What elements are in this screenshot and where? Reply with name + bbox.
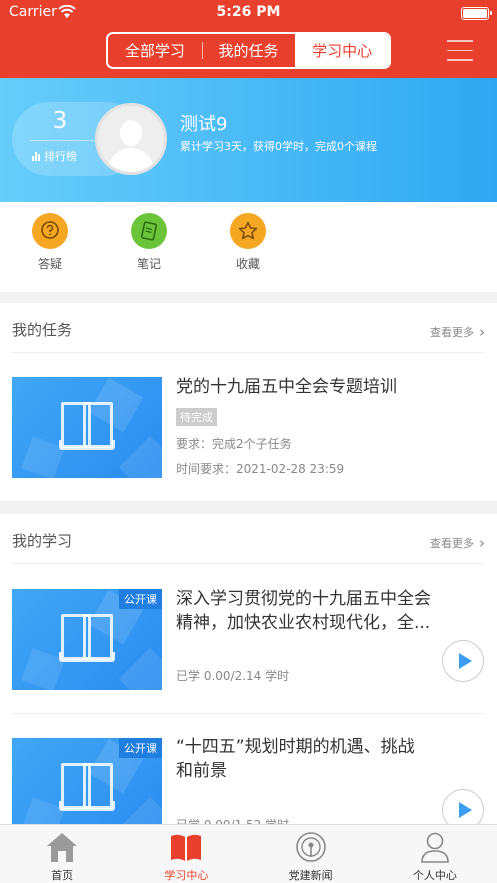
book-icon xyxy=(59,763,115,811)
task-thumbnail xyxy=(12,377,162,478)
open-course-badge: 公开课 xyxy=(119,738,162,758)
tab-profile-label: 个人中心 xyxy=(412,869,457,882)
qa-answer-label: 答疑 xyxy=(37,257,62,271)
my-tasks-header: 我的任务 查看更多 xyxy=(12,303,485,353)
tab-home[interactable]: 首页 xyxy=(0,825,124,883)
course-progress: 已学 0.00/2.14 学时 xyxy=(176,669,290,683)
tab-study-center-label: 学习中心 xyxy=(164,869,209,882)
my-tasks-section: 我的任务 查看更多 党的十九届五中全会专题培训 待完成 要求：完成2个子任务 时… xyxy=(0,303,497,501)
status-badge: 待完成 xyxy=(176,408,217,426)
tab-party-news-label: 党建新闻 xyxy=(288,869,333,882)
my-study-header: 我的学习 查看更多 xyxy=(12,514,485,564)
top-header: Carrier 5:26 PM 全部学习 我的任务 学习中心 xyxy=(0,0,497,78)
book-icon xyxy=(169,830,203,864)
course-thumbnail: 公开课 xyxy=(12,589,162,690)
divider xyxy=(12,713,485,714)
profile-banner: 3 排行榜 测试9 累计学习3天，获得0学时，完成0个课程 xyxy=(0,78,497,202)
status-bar: Carrier 5:26 PM xyxy=(0,3,497,23)
rank-divider xyxy=(30,140,98,141)
course-title-line2: 和前景 xyxy=(176,761,227,781)
user-stats: 累计学习3天，获得0学时，完成0个课程 xyxy=(180,140,377,153)
favorites-button[interactable]: 收藏 xyxy=(218,213,278,272)
chat-bubble-icon xyxy=(32,213,68,249)
menu-icon[interactable] xyxy=(447,40,473,62)
star-icon xyxy=(230,213,266,249)
avatar[interactable] xyxy=(95,103,167,175)
section-title: 我的学习 xyxy=(12,532,73,550)
rank-label-text: 排行榜 xyxy=(44,150,77,163)
rank-label: 排行榜 xyxy=(32,148,77,164)
tab-study-center-bottom[interactable]: 学习中心 xyxy=(124,825,248,883)
book-icon xyxy=(59,614,115,662)
tab-home-label: 首页 xyxy=(51,869,74,882)
bar-chart-icon xyxy=(32,151,41,161)
my-study-section: 我的学习 查看更多 公开课 深入学习贯彻党的十九届五中全会 精神，加快农业农村现… xyxy=(0,514,497,839)
play-icon[interactable] xyxy=(442,640,484,682)
course-title-line1: “十四五”规划时期的机遇、挑战 xyxy=(176,737,415,757)
view-more-link[interactable]: 查看更多 xyxy=(430,322,485,340)
person-icon xyxy=(418,830,452,864)
tab-study-center[interactable]: 学习中心 xyxy=(295,34,389,67)
section-title: 我的任务 xyxy=(12,321,73,339)
qa-answer-button[interactable]: 答疑 xyxy=(20,213,80,272)
task-title: 党的十九届五中全会专题培训 xyxy=(176,377,397,397)
notebook-icon xyxy=(131,213,167,249)
book-icon xyxy=(59,402,115,450)
favorites-label: 收藏 xyxy=(235,257,260,271)
clock: 5:26 PM xyxy=(216,4,281,20)
quick-actions: 答疑 笔记 收藏 xyxy=(0,202,497,292)
task-requirement: 要求：完成2个子任务 xyxy=(176,437,292,451)
course-title-line1: 深入学习贯彻党的十九届五中全会 xyxy=(176,589,431,609)
rank-number: 3 xyxy=(52,108,68,134)
user-name: 测试9 xyxy=(180,114,228,135)
tab-all-study[interactable]: 全部学习 xyxy=(108,34,202,67)
segmented-control: 全部学习 我的任务 学习中心 xyxy=(106,32,391,69)
notes-button[interactable]: 笔记 xyxy=(119,213,179,272)
tab-my-tasks[interactable]: 我的任务 xyxy=(201,34,296,67)
broadcast-icon xyxy=(294,830,328,864)
open-course-badge: 公开课 xyxy=(119,589,162,609)
bottom-tab-bar: 首页 学习中心 党建新闻 个人中心 xyxy=(0,824,497,883)
battery-icon xyxy=(461,7,492,20)
task-deadline: 时间要求：2021-02-28 23:59 xyxy=(176,462,345,476)
notes-label: 笔记 xyxy=(136,257,161,271)
tab-party-news[interactable]: 党建新闻 xyxy=(249,825,373,883)
home-icon xyxy=(45,830,79,864)
course-title-line2: 精神，加快农业农村现代化，全... xyxy=(176,613,431,633)
tab-profile[interactable]: 个人中心 xyxy=(373,825,497,883)
view-more-link[interactable]: 查看更多 xyxy=(430,533,485,551)
